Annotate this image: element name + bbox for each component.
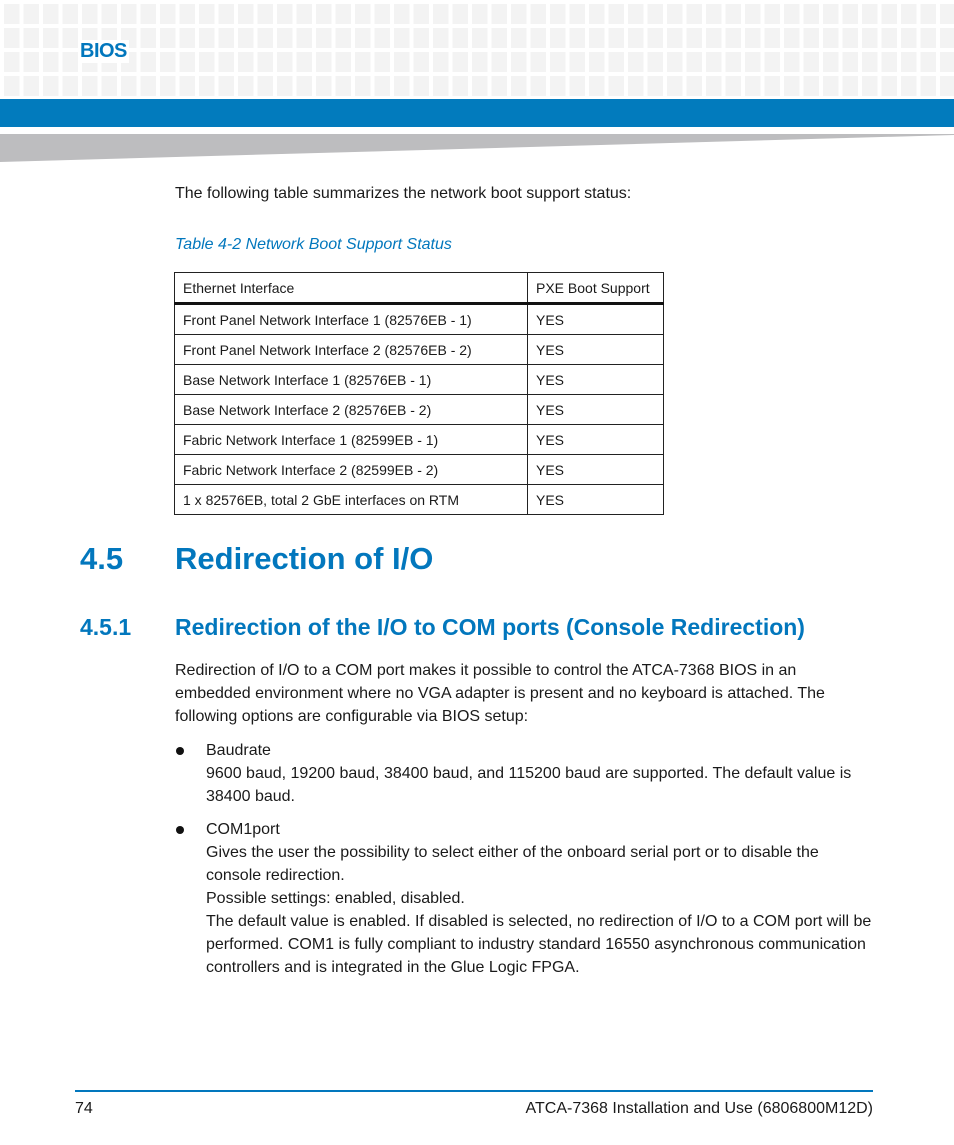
footer-rule xyxy=(75,1090,873,1092)
subsection-paragraph: Redirection of I/O to a COM port makes i… xyxy=(175,662,825,725)
table-row: Front Panel Network Interface 1 (82576EB… xyxy=(174,303,664,335)
section-title: Redirection of I/O xyxy=(175,541,434,576)
header-bar xyxy=(0,99,954,127)
table-row: Base Network Interface 1 (82576EB - 1) YE… xyxy=(174,364,664,395)
table-row: Fabric Network Interface 2 (82599EB - 2)… xyxy=(174,454,664,485)
pxe-support-cell: YES xyxy=(527,364,664,395)
option-title: COM1port xyxy=(206,821,280,838)
header-pattern xyxy=(0,0,954,96)
chapter-label: BIOS xyxy=(78,40,129,63)
interface-cell: Base Network Interface 1 (82576EB - 1) xyxy=(174,364,528,395)
option-title: Baudrate xyxy=(206,742,271,759)
header-wedge xyxy=(0,134,954,162)
section-number: 4.5 xyxy=(80,541,124,576)
pxe-support-cell: YES xyxy=(527,424,664,455)
list-item: COM1port Gives the user the possibility t… xyxy=(175,818,875,979)
pxe-support-cell: YES xyxy=(527,394,664,425)
pxe-support-cell: YES xyxy=(527,334,664,365)
pxe-support-cell: YES xyxy=(527,454,664,485)
table-header-row: Ethernet Interface PXE Boot Support xyxy=(174,272,664,305)
table-row: Base Network Interface 2 (82576EB - 2) YE… xyxy=(174,394,664,425)
interface-cell: Front Panel Network Interface 1 (82576EB… xyxy=(174,303,528,335)
subsection-heading: 4.5.1 Redirection of the I/O to COM ports… xyxy=(80,614,805,641)
option-description: Possible settings: enabled, disabled. xyxy=(206,890,465,907)
options-list: Baudrate 9600 baud, 19200 baud, 38400 bau… xyxy=(175,739,875,989)
bullet-icon xyxy=(176,747,184,755)
table-caption: Table 4-2 Network Boot Support Status xyxy=(175,236,452,253)
subsection-title: Redirection of the I/O to COM ports (Con… xyxy=(175,614,805,640)
table-row: Fabric Network Interface 1 (82599EB - 1)… xyxy=(174,424,664,455)
interface-cell: Fabric Network Interface 1 (82599EB - 1) xyxy=(174,424,528,455)
interface-cell: 1 x 82576EB, total 2 GbE interfaces on R… xyxy=(174,484,528,515)
network-boot-table: Ethernet Interface PXE Boot Support Fron… xyxy=(174,272,664,515)
column-header: PXE Boot Support xyxy=(527,272,664,305)
subsection-number: 4.5.1 xyxy=(80,614,132,640)
pxe-support-cell: YES xyxy=(527,303,664,335)
column-header: Ethernet Interface xyxy=(174,272,528,305)
pxe-support-cell: YES xyxy=(527,484,664,515)
intro-text: The following table summarizes the netwo… xyxy=(175,185,632,202)
option-description: 9600 baud, 19200 baud, 38400 baud, and 1… xyxy=(206,765,852,805)
option-description: Gives the user the possibility to select… xyxy=(206,844,819,884)
option-description: The default value is enabled. If disable… xyxy=(206,913,872,976)
document-title: ATCA-7368 Installation and Use (6806800M… xyxy=(525,1100,873,1117)
list-item: Baudrate 9600 baud, 19200 baud, 38400 bau… xyxy=(175,739,875,808)
interface-cell: Fabric Network Interface 2 (82599EB - 2) xyxy=(174,454,528,485)
bullet-icon xyxy=(176,826,184,834)
table-row: Front Panel Network Interface 2 (82576EB… xyxy=(174,334,664,365)
page-number: 74 xyxy=(75,1100,93,1117)
interface-cell: Base Network Interface 2 (82576EB - 2) xyxy=(174,394,528,425)
interface-cell: Front Panel Network Interface 2 (82576EB… xyxy=(174,334,528,365)
section-heading: 4.5 Redirection of I/O xyxy=(80,541,433,577)
table-row: 1 x 82576EB, total 2 GbE interfaces on R… xyxy=(174,484,664,515)
